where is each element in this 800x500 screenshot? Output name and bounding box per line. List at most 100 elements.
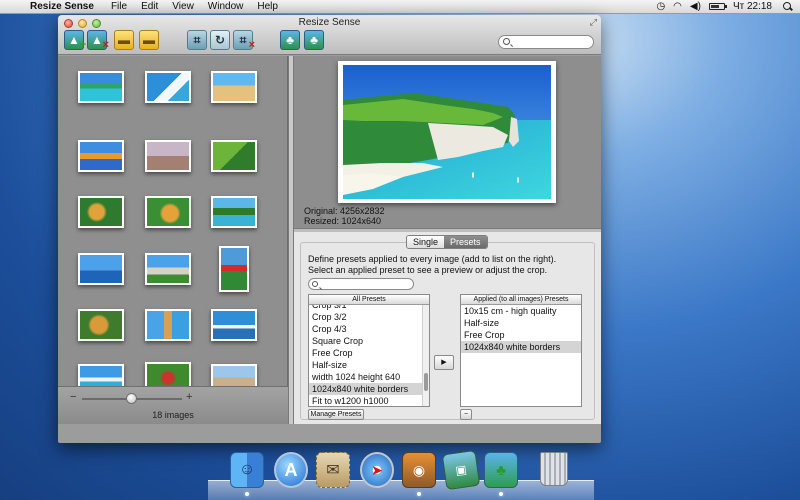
applied-presets-header: Applied (to all images) Presets: [461, 295, 581, 305]
menu-edit[interactable]: Edit: [134, 1, 165, 12]
clock[interactable]: Чт 22:18: [729, 1, 776, 12]
titlebar: Resize Sense ⤢ ▲ + ▲ × ▬ ▬ ⌗ ↻ ⌗ × ♣ ♣: [58, 15, 601, 55]
menu-view[interactable]: View: [165, 1, 201, 12]
process-all-button[interactable]: ♣: [304, 30, 324, 50]
folder-photos-icon: ▬: [143, 33, 155, 47]
tab-single[interactable]: Single: [407, 236, 445, 248]
palm-photo-icon: ♣: [286, 33, 294, 47]
original-size-label: Original: 4256x2832: [304, 206, 385, 216]
applied-preset-row[interactable]: Free Crop: [461, 329, 581, 341]
thumbnail[interactable]: [211, 196, 257, 228]
transform-tool-button[interactable]: ↻: [210, 30, 230, 50]
app-window: Resize Sense ⤢ ▲ + ▲ × ▬ ▬ ⌗ ↻ ⌗ × ♣ ♣ −…: [58, 15, 601, 443]
preview-frame: [338, 61, 556, 203]
finder-icon[interactable]: ☺: [230, 452, 264, 488]
crop-icon: ⌗: [193, 32, 201, 47]
thumbnail[interactable]: [71, 63, 131, 111]
menu-file[interactable]: File: [104, 1, 134, 12]
thumbnail[interactable]: [211, 309, 257, 341]
thumbnail[interactable]: [219, 246, 249, 292]
add-images-button[interactable]: ▲ +: [64, 30, 86, 51]
thumbnail[interactable]: [145, 71, 191, 103]
preview-icon[interactable]: ▣: [441, 449, 481, 491]
battery-icon[interactable]: [708, 3, 727, 10]
time-machine-icon[interactable]: ◷: [652, 1, 669, 12]
thumbnail[interactable]: [78, 196, 124, 228]
menu-help[interactable]: Help: [250, 1, 285, 12]
thumbnail-footer: − + 18 images: [58, 386, 288, 424]
wifi-icon[interactable]: ◠: [669, 1, 686, 12]
applied-preset-row[interactable]: 1024x840 white borders: [461, 341, 581, 353]
search-field[interactable]: [498, 35, 594, 49]
dock: ☺ A ✉ ➤ ◉ ▣ ♣: [208, 449, 594, 500]
spotlight-icon[interactable]: [780, 0, 794, 14]
preview-area: Original: 4256x2832 Resized: 1024x640: [294, 56, 601, 228]
thumbnail[interactable]: [78, 253, 124, 285]
remove-images-button[interactable]: ▲ ×: [87, 30, 109, 51]
resize-sense-icon[interactable]: ♣: [484, 452, 518, 488]
folder-icon: ▬: [118, 33, 130, 47]
process-button[interactable]: ♣: [280, 30, 300, 50]
add-preset-button[interactable]: ▶: [434, 355, 454, 370]
menu-app-name[interactable]: Resize Sense: [26, 1, 104, 12]
mail-stamp-icon[interactable]: ✉: [316, 452, 350, 488]
crop-tool-button[interactable]: ⌗: [187, 30, 207, 50]
all-preset-row[interactable]: Fit to w1200 h1000: [309, 395, 422, 406]
running-indicator: [417, 492, 421, 496]
thumbnail[interactable]: [211, 71, 257, 103]
thumbnail[interactable]: [78, 140, 124, 172]
preset-instruction-2: Select an applied preset to see a previe…: [308, 265, 548, 275]
preset-filter-input[interactable]: [308, 278, 414, 290]
zoom-out-icon[interactable]: −: [70, 391, 76, 403]
window-title: Resize Sense: [298, 17, 361, 28]
thumbnail[interactable]: [145, 253, 191, 285]
resized-size-label: Resized: 1024x640: [304, 216, 382, 226]
thumbnail[interactable]: [211, 140, 257, 172]
all-presets-body: Crop 3/1 Crop 3/2 Crop 4/3 Square Crop Free …: [309, 305, 429, 406]
applied-preset-row[interactable]: 10x15 cm - high quality: [461, 305, 581, 317]
volume-icon[interactable]: ◀): [686, 1, 705, 12]
applied-preset-row[interactable]: Half-size: [461, 317, 581, 329]
all-preset-row[interactable]: Square Crop: [309, 335, 422, 347]
preset-panel: Single Presets Define presets applied to…: [294, 232, 601, 424]
photo-remove-icon: ▲: [91, 33, 103, 47]
all-preset-row[interactable]: Half-size: [309, 359, 422, 371]
thumbnail[interactable]: [145, 196, 191, 228]
all-preset-row[interactable]: Crop 4/3: [309, 323, 422, 335]
thumbnail[interactable]: [145, 140, 191, 172]
all-presets-scrollbar[interactable]: [422, 305, 429, 406]
applied-presets-list: Applied (to all images) Presets 10x15 cm…: [460, 294, 582, 407]
tab-presets[interactable]: Presets: [444, 236, 487, 248]
trash-icon[interactable]: [540, 452, 568, 486]
zoom-in-icon[interactable]: +: [186, 391, 192, 403]
all-preset-row[interactable]: width 1024 height 640: [309, 371, 422, 383]
safari-icon[interactable]: ➤: [360, 452, 394, 488]
crop-cancel-icon: ⌗: [239, 32, 247, 47]
open-folder-button[interactable]: ▬: [114, 30, 134, 50]
running-indicator: [245, 492, 249, 496]
scroll-thumb[interactable]: [424, 373, 428, 391]
menu-window[interactable]: Window: [201, 1, 251, 12]
slider-knob[interactable]: [126, 393, 137, 404]
all-preset-row[interactable]: Free Crop: [309, 347, 422, 359]
preview-image: [343, 65, 551, 199]
app-store-icon[interactable]: A: [274, 452, 308, 488]
open-folder-alt-button[interactable]: ▬: [139, 30, 159, 50]
menu-extras: ◷ ◠ ◀) Чт 22:18: [652, 0, 800, 14]
thumbnail[interactable]: [78, 309, 124, 341]
running-indicator: [499, 492, 503, 496]
preset-instruction-1: Define presets applied to every image (a…: [308, 254, 557, 264]
transform-icon: ↻: [214, 33, 226, 47]
iphoto-icon[interactable]: ◉: [402, 452, 436, 488]
search-icon: [312, 281, 318, 287]
mode-segmented-control: Single Presets: [406, 235, 488, 249]
cancel-crop-button[interactable]: ⌗ ×: [233, 30, 255, 51]
all-presets-header: All Presets: [309, 295, 429, 305]
thumbnail[interactable]: [145, 309, 191, 341]
manage-presets-button[interactable]: Manage Presets: [308, 409, 364, 420]
menubar: Resize Sense File Edit View Window Help …: [0, 0, 800, 14]
fullscreen-icon[interactable]: ⤢: [590, 17, 597, 28]
remove-preset-button[interactable]: −: [460, 409, 472, 420]
all-preset-row[interactable]: 1024x840 white borders: [309, 383, 422, 395]
all-preset-row[interactable]: Crop 3/2: [309, 311, 422, 323]
